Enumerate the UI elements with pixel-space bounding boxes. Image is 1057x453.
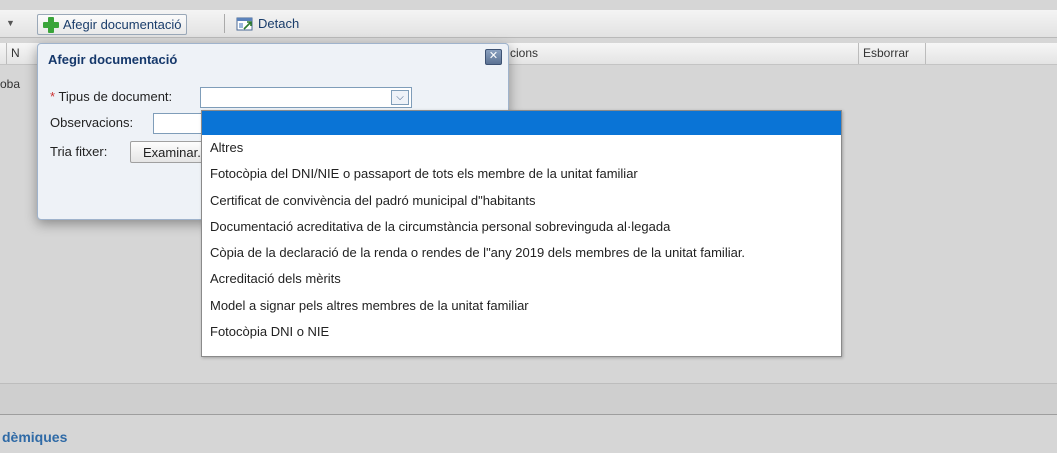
- dropdown-option[interactable]: Model a signar pels altres membres de la…: [202, 293, 841, 319]
- dialog-title: Afegir documentació: [48, 52, 178, 67]
- dropdown-option[interactable]: Certificat de convivència del padró muni…: [202, 188, 841, 214]
- toolbar-separator: [224, 14, 225, 33]
- dropdown-option[interactable]: Documentació acreditativa de la circumst…: [202, 214, 841, 240]
- document-type-select[interactable]: ⌵: [200, 87, 412, 108]
- detach-button[interactable]: Detach: [232, 14, 303, 33]
- file-label: Tria fitxer:: [50, 144, 108, 159]
- document-type-label: * Tipus de document:: [50, 89, 172, 104]
- required-marker: *: [50, 89, 56, 104]
- dropdown-option[interactable]: Fotocòpia del DNI/NIE o passaport de tot…: [202, 161, 841, 187]
- section-title: dèmiques: [2, 429, 68, 445]
- add-documentation-label: Afegir documentació: [63, 17, 182, 32]
- chevron-down-icon[interactable]: ⌵: [391, 90, 409, 105]
- add-documentation-button[interactable]: Afegir documentació: [37, 14, 187, 35]
- close-icon[interactable]: ✕: [485, 49, 502, 65]
- dropdown-option[interactable]: Fotocòpia DNI o NIE: [202, 319, 841, 345]
- document-type-dropdown: Altres Fotocòpia del DNI/NIE o passaport…: [201, 110, 842, 357]
- detach-label: Detach: [258, 16, 300, 31]
- column-header-delete[interactable]: Esborrar: [858, 43, 926, 64]
- column-header-n[interactable]: N: [6, 43, 31, 64]
- bottom-bar: [0, 383, 1057, 415]
- dropdown-option[interactable]: Acreditació dels mèrits: [202, 266, 841, 292]
- dropdown-option[interactable]: Còpia de la declaració de la renda o ren…: [202, 240, 841, 266]
- dropdown-option[interactable]: [202, 111, 841, 135]
- observations-label: Observacions:: [50, 115, 134, 130]
- browse-file-button[interactable]: Examinar...: [130, 141, 210, 163]
- dropdown-arrow-icon[interactable]: ▼: [6, 18, 15, 28]
- document-type-label-text: Tipus de document:: [58, 89, 173, 104]
- column-header-observations[interactable]: cions: [505, 43, 860, 64]
- add-icon: [42, 16, 60, 34]
- dropdown-option[interactable]: Altres: [202, 135, 841, 161]
- toolbar: ▼ Afegir documentació Detach: [0, 10, 1057, 38]
- grid-row-text: oba: [0, 77, 21, 91]
- detach-icon: [236, 17, 253, 30]
